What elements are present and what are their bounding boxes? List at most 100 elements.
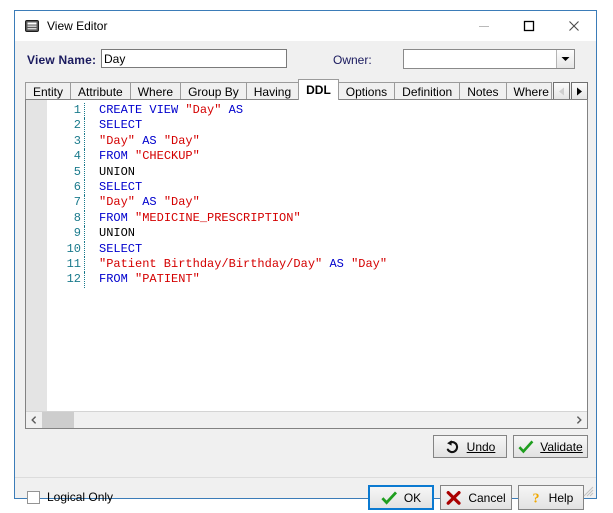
ddl-code-area[interactable]: 1 CREATE VIEW "Day" AS 2 SELECT 3 "Day" AS "D… [47,103,587,411]
close-button[interactable] [551,11,596,41]
undo-button[interactable]: Undo [433,435,507,458]
ddl-editor-panel[interactable]: 1 CREATE VIEW "Day" AS 2 SELECT 3 "Day" AS "D… [25,99,588,429]
ddl-editor-body[interactable]: 1 CREATE VIEW "Day" AS 2 SELECT 3 "Day" AS "D… [26,100,587,411]
owner-combobox[interactable] [403,49,575,69]
validate-label: Validate [540,439,583,454]
code-line-text[interactable]: UNION [85,226,587,241]
tab-ddl[interactable]: DDL [298,79,339,100]
code-token: "Day" [163,133,200,148]
footer-divider [15,477,596,478]
code-token: "Day" [99,195,136,210]
scroll-left-icon [559,87,564,96]
question-mark-icon: ? [532,492,539,506]
scroll-right-icon [577,87,582,96]
code-line-text[interactable]: SELECT [85,118,587,133]
code-token: "PATIENT" [135,272,200,287]
line-number: 6 [47,179,85,196]
minimize-button[interactable] [461,11,506,41]
code-line[interactable]: 8 FROM "MEDICINE_PRESCRIPTION" [47,210,587,227]
chevron-down-icon[interactable] [556,50,574,68]
top-fields-row: View Name: Owner: [15,49,596,73]
code-line-text[interactable]: FROM "PATIENT" [85,272,587,287]
code-line-text[interactable]: CREATE VIEW "Day" AS [85,103,587,118]
code-token: SELECT [99,118,143,133]
scrollbar-thumb[interactable] [42,412,74,428]
code-line[interactable]: 10 SELECT [47,241,587,257]
scrollbar-track[interactable] [42,412,571,428]
code-line[interactable]: 9 UNION [47,226,587,242]
green-check-icon [518,440,534,453]
code-token: "CHECKUP" [135,149,200,164]
line-number: 2 [47,118,85,134]
checkbox-box[interactable] [27,490,40,504]
code-token: FROM [99,272,136,287]
code-line[interactable]: 2 SELECT [47,118,587,134]
code-token: "Day" [351,256,388,271]
code-line[interactable]: 11 "Patient Birthday/Birthday/Day" AS "Da… [47,256,587,273]
code-token: AS [329,256,344,271]
code-line-text[interactable]: FROM "CHECKUP" [85,149,587,164]
title-bar: View Editor [15,11,596,41]
code-line-text[interactable]: UNION [85,165,587,180]
undo-label: Undo [466,439,496,454]
code-token: CREATE VIEW [99,103,186,117]
line-number: 3 [47,133,85,150]
line-number: 9 [47,226,85,242]
scrollbar-right-button[interactable] [571,412,587,428]
code-token: "Day" [185,103,222,117]
cancel-button[interactable]: Cancel [440,485,512,510]
logical-only-checkbox[interactable]: Logical Only [27,490,113,504]
scroll-left-icon [31,416,37,424]
code-line-text[interactable]: SELECT [85,180,587,195]
code-line[interactable]: 1 CREATE VIEW "Day" AS [47,103,587,119]
validate-button[interactable]: Validate [513,435,588,458]
green-check-icon [381,490,397,505]
code-token: AS [142,133,157,148]
window-title: View Editor [47,19,108,33]
dialog-footer: Logical Only OK Cancel ? Help [15,485,596,513]
dialog-client-area: View Name: Owner: Entity Attribute Where… [15,41,596,510]
ok-button[interactable]: OK [368,485,434,510]
code-line[interactable]: 3 "Day" AS "Day" [47,133,587,150]
editor-horizontal-scrollbar[interactable] [26,411,587,428]
help-button[interactable]: ? Help [518,485,584,510]
bookmark-gutter[interactable] [26,100,47,411]
code-token: UNION [99,164,136,179]
code-line-text[interactable]: "Day" AS "Day" [85,134,587,149]
line-number: 11 [47,256,85,273]
resize-grip[interactable] [582,485,594,497]
code-line[interactable]: 5 UNION [47,164,587,180]
maximize-icon [523,20,534,32]
line-number: 10 [47,241,85,257]
code-token: FROM [99,149,136,164]
window-controls [461,11,596,41]
code-line-text[interactable]: FROM "MEDICINE_PRESCRIPTION" [85,211,587,226]
code-line[interactable]: 4 FROM "CHECKUP" [47,149,587,165]
code-token: "Day" [99,133,136,148]
owner-label: Owner: [333,53,372,67]
view-editor-icon [24,18,40,34]
code-line[interactable]: 7 "Day" AS "Day" [47,195,587,211]
code-line[interactable]: 12 FROM "PATIENT" [47,272,587,288]
line-number: 12 [47,272,85,288]
code-token: "Patient Birthday/Birthday/Day" [99,256,323,271]
cancel-label: Cancel [468,490,506,505]
code-token: "MEDICINE_PRESCRIPTION" [135,210,301,225]
code-token: "Day" [163,195,200,210]
scrollbar-left-button[interactable] [26,412,42,428]
ok-label: OK [403,490,422,505]
code-token: AS [228,103,244,117]
editor-action-row: Undo Validate [15,435,596,459]
scroll-right-icon [576,416,582,424]
code-line-text[interactable]: "Patient Birthday/Birthday/Day" AS "Day" [85,257,587,272]
line-number: 1 [47,103,85,119]
code-token: SELECT [99,241,143,256]
code-line-text[interactable]: SELECT [85,242,587,257]
view-name-label: View Name: [27,53,97,67]
code-line[interactable]: 6 SELECT [47,179,587,196]
code-line-text[interactable]: "Day" AS "Day" [85,195,587,210]
maximize-button[interactable] [506,11,551,41]
view-name-input[interactable] [101,49,287,68]
